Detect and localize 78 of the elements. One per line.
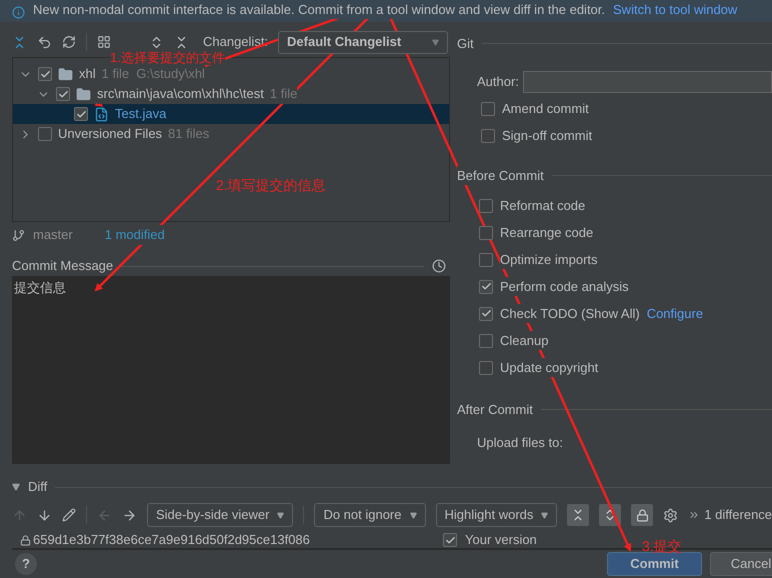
your-version-label: Your version <box>465 531 537 550</box>
lock-toggle-icon[interactable] <box>631 504 654 526</box>
branch-icon <box>12 228 25 242</box>
author-field[interactable] <box>522 70 772 92</box>
edit-pencil-icon[interactable] <box>62 508 76 522</box>
branch-name: master <box>33 226 73 244</box>
option-label: Perform code analysis <box>500 276 629 296</box>
author-label: Author: <box>477 72 519 91</box>
changelist-label: Changelist: <box>203 33 268 51</box>
annotation-text: 2.填写提交的信息 <box>216 176 326 195</box>
tree-item-label: src\main\java\com\xhl\hc\test <box>97 84 264 104</box>
differences-count: 1 difference <box>704 506 772 524</box>
check-icon <box>480 281 492 292</box>
help-button[interactable]: ? <box>15 553 37 575</box>
cancel-button[interactable]: Cancel <box>710 552 772 576</box>
tree-row[interactable]: Unversioned Files 81 files <box>13 124 449 144</box>
section-title: Before Commit <box>457 166 544 185</box>
folder-icon <box>76 86 91 102</box>
checked-checkbox[interactable] <box>443 533 457 547</box>
option-label: Check TODO (Show All) <box>500 304 640 324</box>
diff-toggle-icon[interactable] <box>12 483 20 491</box>
checked-checkbox[interactable] <box>479 306 493 320</box>
caret-icon <box>410 512 416 518</box>
section-title: Diff <box>28 478 48 496</box>
option-label: Update copyright <box>500 358 598 378</box>
caret-icon <box>277 512 284 518</box>
tree-item-meta: 1 file G:\study\xhl <box>102 64 205 84</box>
double-chevron-icon[interactable] <box>688 509 700 521</box>
module-folder-icon <box>58 66 73 82</box>
info-icon <box>12 6 25 19</box>
group-by-icon[interactable] <box>97 35 111 49</box>
checkbox[interactable] <box>479 198 493 212</box>
checkbox[interactable] <box>481 129 495 143</box>
java-file-icon <box>94 106 109 122</box>
changelist-dropdown[interactable]: Default Changelist <box>278 30 448 54</box>
checkbox[interactable] <box>38 127 52 141</box>
checkbox[interactable] <box>479 360 493 374</box>
commit-hash: 659d1e3b77f38e6ce7a9e916d50f2d95ce13f086 <box>33 531 311 550</box>
collapse-unchanged-icon[interactable] <box>567 504 590 526</box>
modified-count[interactable]: 1 modified <box>104 225 165 245</box>
undo-icon[interactable] <box>37 34 52 50</box>
checkbox[interactable] <box>479 252 493 266</box>
refresh-icon[interactable] <box>62 35 76 49</box>
checked-checkbox[interactable] <box>56 87 70 101</box>
option-label: Cleanup <box>500 330 548 350</box>
tree-row[interactable]: src\main\java\com\xhl\hc\test 1 file <box>13 84 449 104</box>
caret-icon <box>541 512 548 518</box>
checked-checkbox[interactable] <box>479 280 493 294</box>
check-icon <box>76 108 86 120</box>
dropdown[interactable]: Highlight words <box>436 503 558 527</box>
caret-icon <box>432 38 440 46</box>
checkbox[interactable] <box>481 102 495 116</box>
commit-button[interactable]: Commit <box>607 552 702 576</box>
checked-checkbox[interactable] <box>38 67 52 81</box>
checkbox[interactable] <box>479 334 493 348</box>
settings-icon[interactable] <box>663 508 678 522</box>
check-icon <box>58 88 68 100</box>
dropdown[interactable]: Do not ignore <box>314 503 426 527</box>
checkbox[interactable] <box>479 226 493 240</box>
tree-item-meta: 1 file <box>270 84 298 104</box>
switch-link[interactable]: Switch to tool window <box>613 0 738 19</box>
history-clock-icon[interactable] <box>432 259 446 273</box>
dropdown[interactable]: Side-by-side viewer <box>147 503 294 527</box>
configure-link[interactable]: Configure <box>646 304 704 324</box>
annotation-text: 1.选择要提交的文件 <box>110 51 225 65</box>
lock-icon <box>20 534 31 546</box>
section-title: Commit Message <box>12 257 114 276</box>
check-icon <box>40 68 50 80</box>
tree-row[interactable]: xhl 1 file G:\study\xhl <box>13 64 449 84</box>
banner-text: New non-modal commit interface is available. Commit from a tool window and view diff in the editor. <box>33 0 606 19</box>
next-difference-icon[interactable] <box>37 508 52 522</box>
check-icon <box>480 308 492 319</box>
checked-checkbox[interactable] <box>74 107 88 121</box>
check-icon <box>444 534 456 546</box>
next-file-icon[interactable] <box>122 508 137 522</box>
tree-row[interactable]: Test.java <box>13 104 449 124</box>
upload-label: Upload files to: <box>476 434 564 452</box>
commit-message-field[interactable]: 提交信息 <box>12 276 450 464</box>
